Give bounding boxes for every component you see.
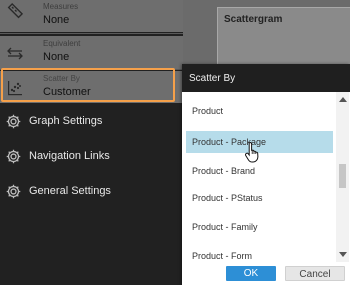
scattergram-card[interactable]: Scattergram	[217, 7, 350, 71]
hand-pointer-icon	[245, 141, 259, 163]
equivalent-value: None	[43, 51, 70, 63]
nav-general-settings-label: General Settings	[29, 185, 111, 197]
ok-button[interactable]: OK	[226, 266, 276, 281]
cancel-button[interactable]: Cancel	[285, 266, 345, 281]
measures-row[interactable]: Measures None	[0, 0, 183, 32]
equivalent-row[interactable]: Equivalent None	[0, 36, 183, 69]
list-item[interactable]: Product - Family	[186, 216, 333, 238]
scroll-up-arrow-icon[interactable]	[339, 97, 347, 102]
ruler-icon	[7, 2, 24, 19]
nav-general-settings[interactable]: General Settings	[0, 175, 183, 209]
gear-icon	[6, 149, 21, 164]
list-item[interactable]: Product - Form	[186, 245, 333, 262]
measures-label: Measures	[43, 2, 79, 11]
list-item[interactable]: Product	[186, 100, 333, 122]
scroll-thumb[interactable]	[339, 164, 346, 188]
scattergram-title: Scattergram	[224, 14, 283, 25]
nav-navigation-links-label: Navigation Links	[29, 150, 110, 162]
dialog-header: Scatter By	[182, 64, 350, 92]
measures-value: None	[43, 14, 70, 26]
gear-icon	[6, 114, 21, 129]
nav-graph-settings[interactable]: Graph Settings	[0, 105, 183, 139]
scatter-by-highlight	[1, 68, 175, 102]
equivalent-arrows-icon	[7, 47, 23, 60]
list-scrollbar[interactable]	[336, 92, 349, 262]
divider	[0, 33, 183, 34]
nav-graph-settings-label: Graph Settings	[29, 115, 103, 127]
equivalent-label: Equivalent	[43, 39, 81, 48]
dialog-footer: OK Cancel	[182, 262, 350, 285]
sidebar: Measures None Equivalent None Scatter By…	[0, 0, 183, 285]
nav-navigation-links[interactable]: Navigation Links	[0, 140, 183, 174]
dialog-title: Scatter By	[189, 73, 236, 84]
list-item[interactable]: Product - Brand	[186, 160, 333, 182]
scatter-options-list: Product Product - Package Product - Bran…	[182, 92, 350, 262]
gear-icon	[6, 184, 21, 199]
scroll-down-arrow-icon[interactable]	[339, 252, 347, 257]
scatter-by-dialog: Scatter By Product Product - Package Pro…	[182, 64, 350, 285]
list-item[interactable]: Product - PStatus	[186, 187, 333, 209]
